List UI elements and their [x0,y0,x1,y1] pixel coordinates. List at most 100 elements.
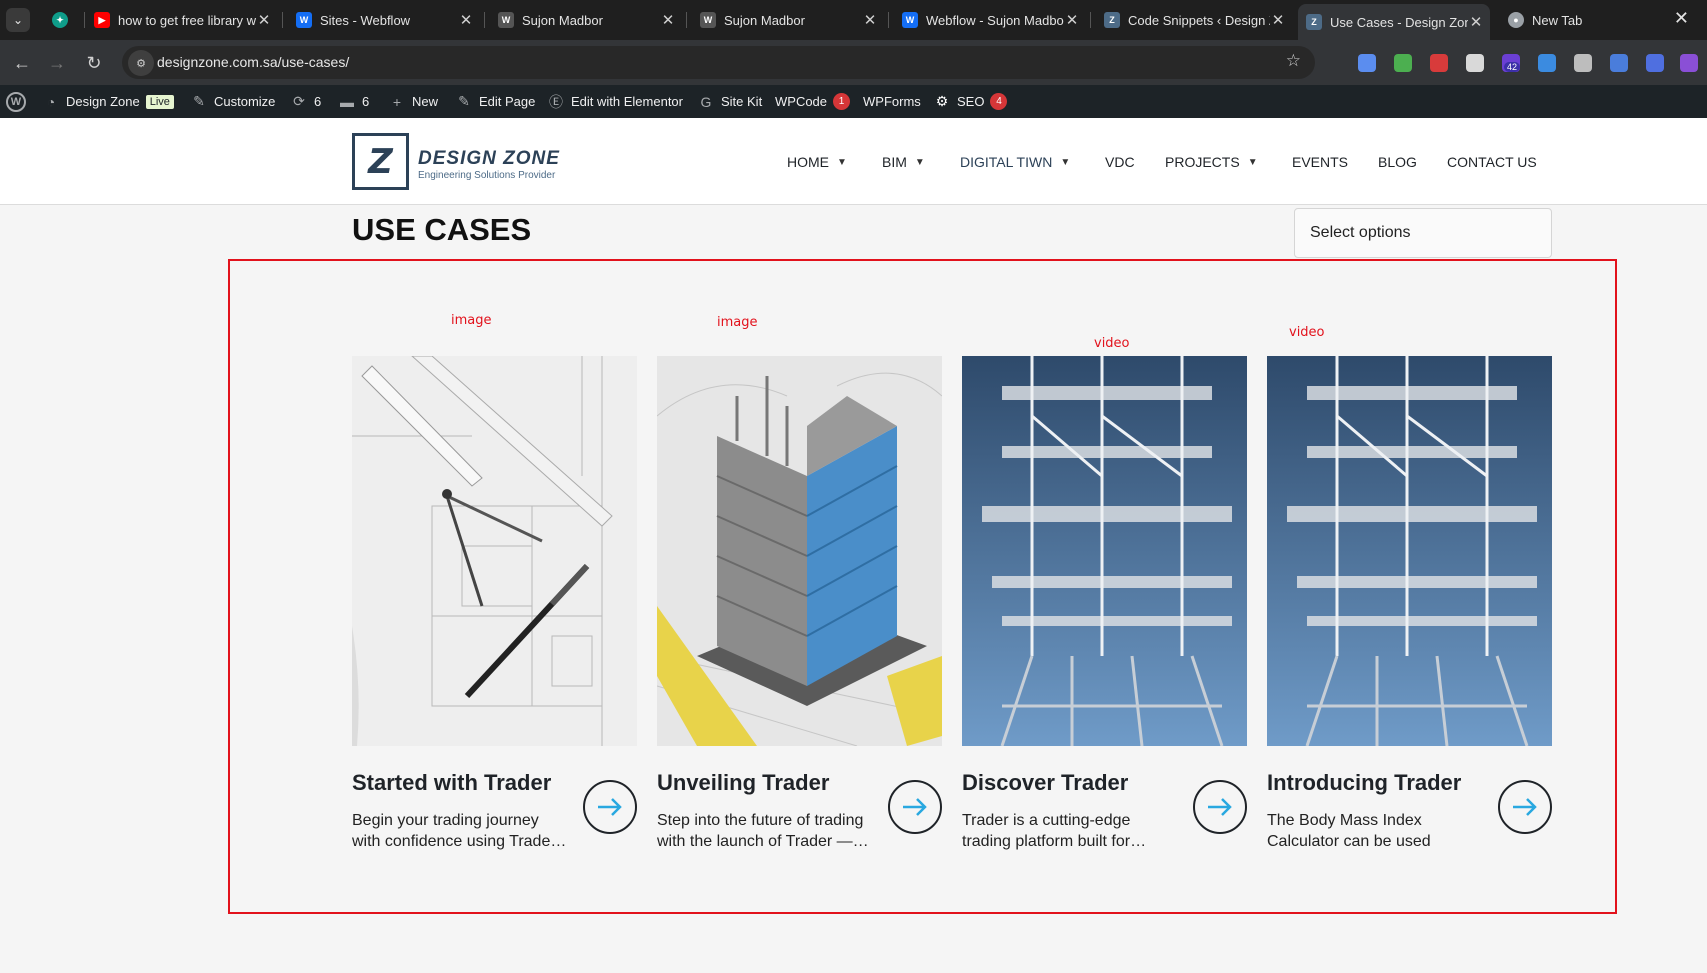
extension-docs-icon[interactable] [1358,54,1376,72]
card-arrow-button[interactable] [583,780,637,834]
tab-new-tab[interactable]: ● New Tab [1500,6,1700,34]
updates-button[interactable]: ⟳ 6 [290,85,321,118]
card-arrow-button[interactable] [888,780,942,834]
logo-name[interactable]: DESIGN ZONE [418,148,560,170]
nav-vdc[interactable]: VDC [1105,154,1135,170]
card-title[interactable]: Introducing Trader [1267,770,1461,796]
tab-youtube[interactable]: ▶ how to get free library w ✕ [86,6,278,34]
new-content-button[interactable]: + New [388,85,438,118]
nav-projects[interactable]: PROJECTS ▼ [1165,154,1258,170]
extension-download-icon[interactable] [1538,54,1556,72]
nav-label: CONTACT US [1447,154,1537,170]
card-description-line: Step into the future of trading [657,812,864,829]
comments-button[interactable]: ▬ 6 [338,85,369,118]
nav-events[interactable]: EVENTS [1292,154,1348,170]
tab-chatgpt[interactable]: ✦ [44,6,80,34]
elementor-button[interactable]: Ⓔ Edit with Elementor [547,85,683,118]
tab-use-cases[interactable]: Z Use Cases - Design Zone ✕ [1298,4,1490,40]
card-title[interactable]: Unveiling Trader [657,770,829,796]
tab-title: Sujon Madbor [724,12,805,28]
tab-close-icon[interactable]: ✕ [660,11,676,29]
arrow-right-icon [1513,798,1537,816]
tab-title: Code Snippets ‹ Design Z [1128,12,1270,28]
tab-webflow-sujon[interactable]: W Webflow - Sujon Madbo ✕ [894,6,1086,34]
tab-search-chevron-icon[interactable]: ⌄ [6,8,30,32]
reload-icon[interactable]: ↻ [83,52,105,74]
sitekit-button[interactable]: G Site Kit [697,85,763,118]
dashboard-icon: ◔ [46,93,56,110]
extension-badge: 42 [1504,62,1521,72]
card-arrow-button[interactable] [1498,780,1552,834]
back-arrow-icon[interactable]: ← [11,52,33,74]
site-info-icon[interactable]: ⚙ [128,50,154,76]
extension-clipboard-icon[interactable] [1394,54,1412,72]
drafting-tools-image[interactable] [352,356,637,746]
tab-sites-webflow[interactable]: W Sites - Webflow ✕ [288,6,480,34]
card-title[interactable]: Discover Trader [962,770,1128,796]
logo-tagline: Engineering Solutions Provider [418,170,556,181]
card-description-line: with confidence using Trade… [352,833,567,850]
wpforms-button[interactable]: WPForms [863,85,921,118]
card-description-line: The Body Mass Index [1267,812,1422,829]
nav-blog[interactable]: BLOG [1378,154,1417,170]
arrow-right-icon [598,798,622,816]
offshore-structure-video[interactable] [962,356,1247,746]
card-title[interactable]: Started with Trader [352,770,551,796]
bookmark-star-icon[interactable]: ☆ [1286,51,1301,71]
building-model-image[interactable] [657,356,942,746]
site-name-button[interactable]: ◔ Design Zone Live [42,85,174,118]
wp-logo-button[interactable]: W [6,85,26,118]
tab-close-icon[interactable]: ✕ [1064,11,1080,29]
close-tab-icon[interactable]: ✕ [1674,8,1689,29]
tab-title: Sites - Webflow [320,12,411,28]
comments-count: 6 [362,94,370,109]
nav-bim[interactable]: BIM ▼ [882,154,925,170]
webflow-icon: W [902,12,918,28]
card-description-line: Trader is a cutting-edge [962,812,1131,829]
card-arrow-button[interactable] [1193,780,1247,834]
annotation-label: image [451,313,492,328]
tab-close-icon[interactable]: ✕ [458,11,474,29]
tab-sujon-1[interactable]: W Sujon Madbor ✕ [490,6,682,34]
seo-button[interactable]: ⚙ SEO 4 [933,85,1008,118]
tab-close-icon[interactable]: ✕ [1270,11,1286,29]
designzone-icon: Z [1306,14,1322,30]
designzone-icon: Z [1104,12,1120,28]
annotation-label: video [1094,336,1130,351]
wpcode-button[interactable]: WPCode 1 [775,85,851,118]
extension-link-icon[interactable] [1610,54,1628,72]
webflow-icon: W [296,12,312,28]
tab-separator [84,12,85,28]
extension-camera-icon[interactable] [1574,54,1592,72]
nav-label: BIM [882,154,907,170]
extension-v-icon[interactable] [1680,54,1698,72]
browser-toolbar: ← → ↻ ⚙ designzone.com.sa/use-cases/ ☆ [0,40,1707,85]
tab-sujon-2[interactable]: W Sujon Madbor ✕ [692,6,884,34]
extension-eyedropper-icon[interactable] [1466,54,1484,72]
extension-pin-icon[interactable] [1430,54,1448,72]
address-bar[interactable]: ⚙ designzone.com.sa/use-cases/ ☆ [122,46,1315,79]
extension-arc-icon[interactable] [1646,54,1664,72]
nav-label: HOME [787,154,829,170]
wpforms-label: WPForms [863,94,921,109]
tab-code-snippets[interactable]: Z Code Snippets ‹ Design Z ✕ [1096,6,1292,34]
tab-close-icon[interactable]: ✕ [1468,13,1484,31]
edit-page-button[interactable]: ✎ Edit Page [455,85,535,118]
offshore-structure-video[interactable] [1267,356,1552,746]
wpcode-count-badge: 1 [833,93,851,110]
tab-close-icon[interactable]: ✕ [256,11,272,29]
tab-close-icon[interactable]: ✕ [862,11,878,29]
tab-separator [888,12,889,28]
url-text[interactable]: designzone.com.sa/use-cases/ [157,54,349,70]
card-description: The Body Mass Index Calculator can be us… [1267,810,1492,852]
tab-separator [484,12,485,28]
edit-page-label: Edit Page [479,94,536,109]
filter-select[interactable]: Select options [1294,208,1552,258]
design-zone-logo-icon[interactable]: Z [352,133,409,190]
nav-home[interactable]: HOME ▼ [787,154,847,170]
wp-admin-bar: W ◔ Design Zone Live ✎ Customize ⟳ 6 ▬ 6… [0,85,1707,118]
nav-contact-us[interactable]: CONTACT US [1447,154,1537,170]
customize-button[interactable]: ✎ Customize [190,85,275,118]
forward-arrow-icon[interactable]: → [46,52,68,74]
nav-digital-twin[interactable]: DIGITAL TIWN ▼ [960,154,1070,170]
